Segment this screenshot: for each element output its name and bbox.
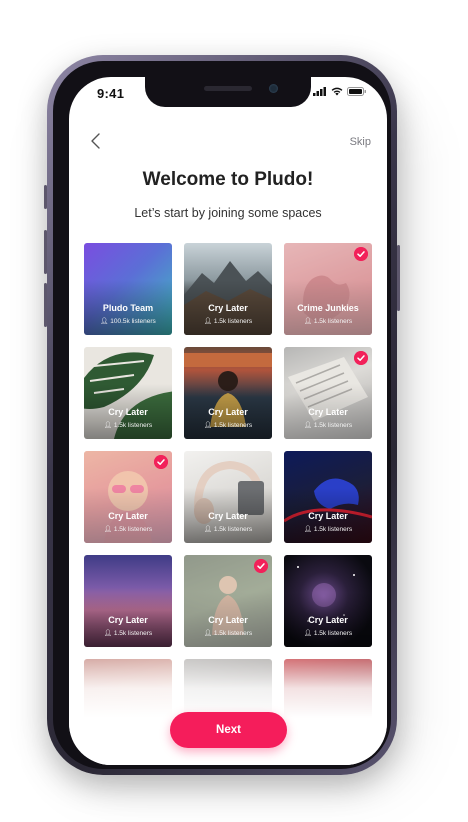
signal-icon [313, 87, 326, 96]
volume-up-button [44, 230, 47, 274]
user-icon: 👤︎ [103, 630, 114, 637]
space-tile[interactable]: Cry Later 👤︎ 1.5k listeners [284, 347, 372, 439]
screen: 9:41 Skip Welcome to Pludo! Let’s start … [69, 77, 387, 765]
space-name: Cry Later [308, 615, 348, 625]
space-name: Cry Later [308, 407, 348, 417]
space-listeners: 👤︎ 100.5k listeners [100, 318, 156, 325]
space-listeners: 👤︎ 1.5k listeners [303, 422, 353, 429]
user-icon: 👤︎ [203, 318, 214, 325]
user-icon: 👤︎ [103, 422, 114, 429]
space-tile[interactable]: Cry Later 👤︎ 1.5k listeners [284, 555, 372, 647]
space-listeners: 👤︎ 1.5k listeners [203, 630, 253, 637]
user-icon: 👤︎ [203, 526, 214, 533]
space-name: Cry Later [308, 511, 348, 521]
space-tile[interactable]: Cry Later 👤︎ 1.5k listeners [284, 451, 372, 543]
space-tile[interactable]: Cry Later 👤︎ 1.5k listeners [184, 451, 272, 543]
space-tile[interactable]: Cry Later 👤︎ 1.5k listeners [84, 451, 172, 543]
space-name: Cry Later [108, 407, 148, 417]
skip-button[interactable]: Skip [350, 136, 371, 148]
space-listeners: 👤︎ 1.5k listeners [203, 422, 253, 429]
space-name: Cry Later [108, 511, 148, 521]
space-tile[interactable]: Cry Later 👤︎ 1.5k listeners [184, 347, 272, 439]
user-icon: 👤︎ [100, 318, 111, 325]
user-icon: 👤︎ [303, 526, 314, 533]
camera [269, 84, 278, 93]
back-chevron-icon[interactable] [87, 131, 107, 151]
space-listeners: 👤︎ 1.5k listeners [303, 630, 353, 637]
space-tile[interactable]: Crime Junkies 👤︎ 1.5k listeners [284, 243, 372, 335]
space-listeners: 👤︎ 1.5k listeners [303, 318, 353, 325]
user-icon: 👤︎ [103, 526, 114, 533]
battery-icon [347, 87, 366, 96]
space-name: Cry Later [108, 615, 148, 625]
volume-down-button [44, 283, 47, 327]
power-button [397, 245, 400, 311]
checkmark-icon [354, 351, 368, 365]
space-name: Cry Later [208, 511, 248, 521]
space-listeners: 👤︎ 1.5k listeners [203, 318, 253, 325]
status-time: 9:41 [97, 86, 125, 101]
space-listeners: 👤︎ 1.5k listeners [103, 630, 153, 637]
status-icons [313, 87, 367, 96]
page-title: Welcome to Pludo! [142, 169, 314, 190]
space-name: Cry Later [208, 303, 248, 313]
next-button[interactable]: Next [170, 712, 287, 748]
space-tile[interactable]: Cry Later 👤︎ 1.5k listeners [184, 555, 272, 647]
space-name: Cry Later [208, 407, 248, 417]
space-listeners: 👤︎ 1.5k listeners [203, 526, 253, 533]
space-tile[interactable]: Cry Later 👤︎ 1.5k listeners [184, 243, 272, 335]
notch [145, 77, 311, 107]
user-icon: 👤︎ [303, 422, 314, 429]
space-name: Cry Later [208, 615, 248, 625]
bezel: 9:41 Skip Welcome to Pludo! Let’s start … [53, 61, 391, 769]
user-icon: 👤︎ [203, 630, 214, 637]
space-listeners: 👤︎ 1.5k listeners [303, 526, 353, 533]
space-tile[interactable]: Pludo Team 👤︎ 100.5k listeners [84, 243, 172, 335]
phone-frame: 9:41 Skip Welcome to Pludo! Let’s start … [44, 55, 400, 775]
user-icon: 👤︎ [203, 422, 214, 429]
page-subtitle: Let’s start by joining some spaces [134, 206, 322, 220]
space-tile[interactable]: Cry Later 👤︎ 1.5k listeners [84, 555, 172, 647]
mute-switch [44, 185, 47, 209]
checkmark-icon [254, 559, 268, 573]
space-name: Pludo Team [102, 303, 154, 313]
checkmark-icon [354, 247, 368, 261]
speaker [204, 86, 252, 91]
space-tile[interactable]: Cry Later 👤︎ 1.5k listeners [84, 347, 172, 439]
user-icon: 👤︎ [303, 630, 314, 637]
checkmark-icon [154, 455, 168, 469]
space-listeners: 👤︎ 1.5k listeners [103, 526, 153, 533]
user-icon: 👤︎ [303, 318, 314, 325]
wifi-icon [331, 87, 343, 96]
space-listeners: 👤︎ 1.5k listeners [103, 422, 153, 429]
space-name: Crime Junkies [297, 303, 359, 313]
